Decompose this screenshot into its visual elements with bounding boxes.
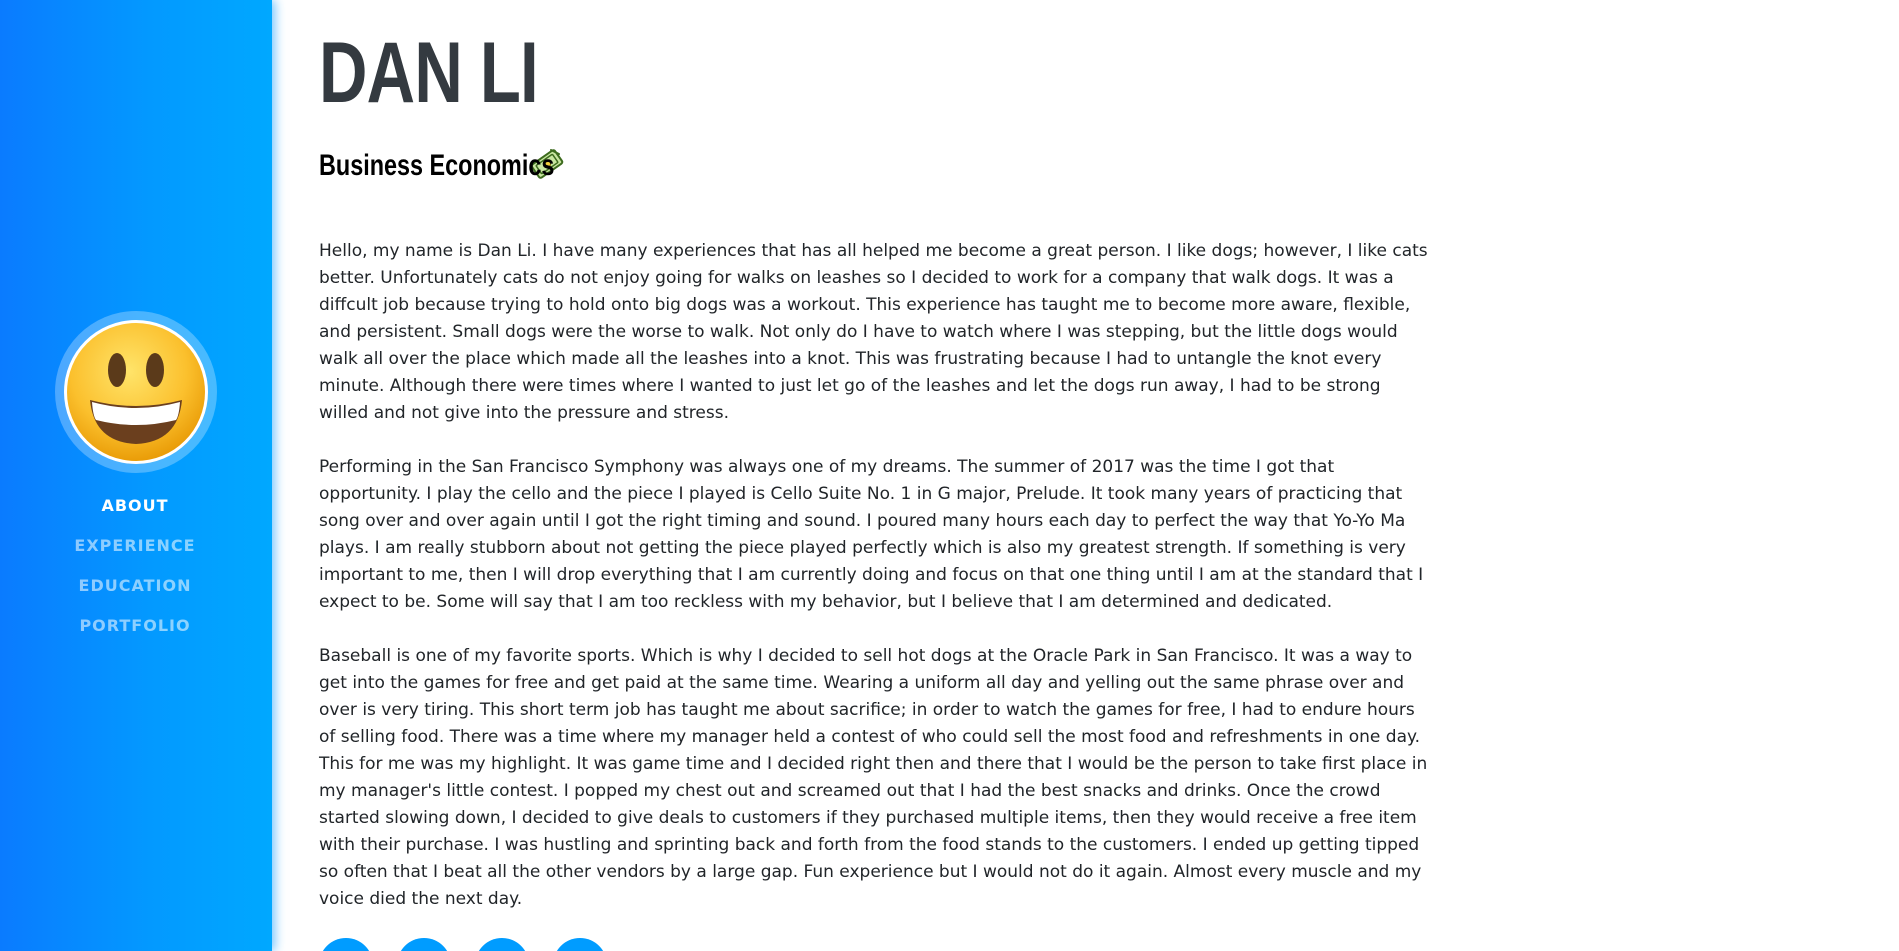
nav-item-experience[interactable]: EXPERIENCE [0, 532, 270, 572]
about-paragraph: Hello, my name is Dan Li. I have many ex… [319, 241, 1428, 423]
avatar-frame [64, 320, 208, 464]
social-icon-4[interactable] [553, 938, 607, 951]
nav-item-portfolio[interactable]: PORTFOLIO [0, 612, 270, 652]
social-links [319, 938, 607, 951]
avatar [55, 311, 217, 473]
sidebar: ABOUT EXPERIENCE EDUCATION PORTFOLIO [0, 0, 272, 951]
sidebar-nav: ABOUT EXPERIENCE EDUCATION PORTFOLIO [0, 492, 270, 652]
subtitle-row: Business Economics [319, 146, 565, 186]
social-icon-3[interactable] [475, 938, 529, 951]
about-paragraph: Baseball is one of my favorite sports. W… [319, 646, 1428, 909]
subtitle: Business Economics [319, 149, 555, 182]
social-icon-2[interactable] [397, 938, 451, 951]
nav-item-about[interactable]: ABOUT [0, 492, 270, 532]
about-paragraph: Performing in the San Francisco Symphony… [319, 457, 1424, 612]
page-title: DAN LI [319, 25, 539, 121]
social-icon-1[interactable] [319, 938, 373, 951]
smiling-face-emoji-icon [67, 323, 205, 461]
nav-item-education[interactable]: EDUCATION [0, 572, 270, 612]
about-section: Hello, my name is Dan Li. I have many ex… [319, 238, 1429, 940]
